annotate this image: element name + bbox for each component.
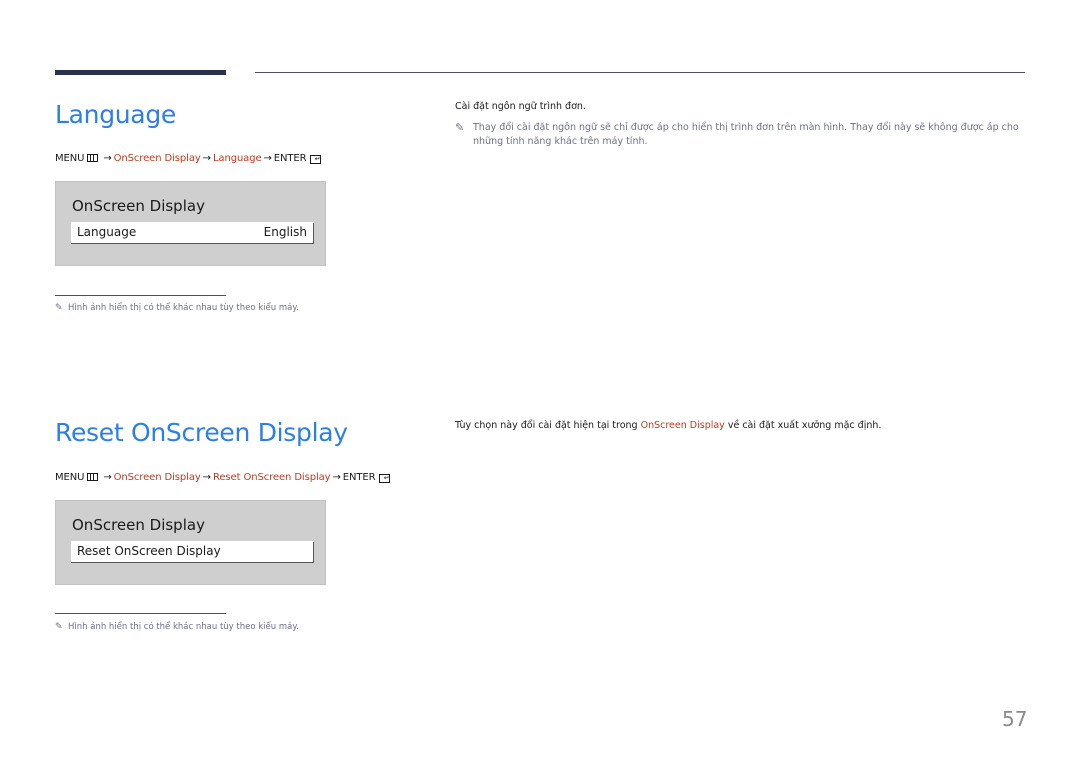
arrow-icon: → — [103, 153, 112, 164]
footnote-divider — [55, 613, 226, 614]
path-step-onscreen-display: OnScreen Display — [113, 472, 201, 483]
osd-panel-language: OnScreen Display Language English — [55, 181, 326, 266]
arrow-icon: → — [202, 472, 211, 483]
description-language: Cài đặt ngôn ngữ trình đơn. — [455, 101, 586, 112]
osd-item-reset[interactable]: Reset OnScreen Display — [71, 541, 313, 562]
pencil-icon: ✎ — [455, 121, 465, 134]
description-text: về cài đặt xuất xưởng mặc định. — [724, 420, 882, 431]
path-step-onscreen-display: OnScreen Display — [113, 153, 201, 164]
arrow-icon: → — [332, 472, 341, 483]
footnote-text: Hình ảnh hiển thị có thể khác nhau tùy t… — [68, 622, 299, 632]
enter-icon: ↵ — [310, 155, 322, 164]
header-bar-thick — [55, 70, 226, 75]
section-title-reset-osd: Reset OnScreen Display — [55, 418, 348, 447]
header-bar-thin — [255, 72, 1025, 73]
enter-icon: ↵ — [379, 474, 391, 483]
arrow-icon: → — [263, 153, 272, 164]
enter-label: ENTER — [342, 472, 376, 483]
menu-label: MENU — [55, 153, 85, 164]
path-step-reset-osd: Reset OnScreen Display — [212, 472, 331, 483]
menu-path-reset-osd: MENU → OnScreen Display → Reset OnScreen Dis… — [55, 472, 391, 483]
description-highlight: OnScreen Display — [640, 420, 725, 431]
arrow-icon: → — [202, 153, 211, 164]
note-text: Thay đổi cài đặt ngôn ngữ sẽ chỉ được áp… — [473, 122, 1019, 147]
page-number: 57 — [1002, 707, 1028, 731]
osd-item-value: English — [263, 225, 307, 239]
menu-label: MENU — [55, 472, 85, 483]
pencil-icon: ✎ — [55, 303, 63, 313]
pencil-icon: ✎ — [55, 622, 63, 632]
footnote-divider — [55, 295, 226, 296]
osd-title: OnScreen Display — [72, 516, 205, 534]
note-language: ✎ Thay đổi cài đặt ngôn ngữ sẽ chỉ được … — [455, 121, 1025, 149]
section-title-language: Language — [55, 100, 176, 129]
path-step-language: Language — [212, 153, 262, 164]
osd-item-label: Reset OnScreen Display — [77, 544, 221, 558]
osd-panel-reset: OnScreen Display Reset OnScreen Display — [55, 500, 326, 585]
menu-path-language: MENU → OnScreen Display → Language → ENTER ↵ — [55, 153, 322, 164]
osd-item-language[interactable]: Language English — [71, 222, 313, 243]
footnote-text: Hình ảnh hiển thị có thể khác nhau tùy t… — [68, 303, 299, 313]
footnote-language: ✎ Hình ảnh hiển thị có thể khác nhau tùy … — [55, 303, 299, 313]
description-text: Tùy chọn này đổi cài đặt hiện tại trong — [455, 420, 641, 431]
menu-icon — [87, 154, 99, 162]
menu-icon — [87, 473, 99, 481]
footnote-reset: ✎ Hình ảnh hiển thị có thể khác nhau tùy … — [55, 622, 299, 632]
osd-title: OnScreen Display — [72, 197, 205, 215]
enter-label: ENTER — [273, 153, 307, 164]
osd-item-label: Language — [77, 225, 137, 239]
description-reset: Tùy chọn này đổi cài đặt hiện tại trong … — [455, 420, 881, 431]
arrow-icon: → — [103, 472, 112, 483]
